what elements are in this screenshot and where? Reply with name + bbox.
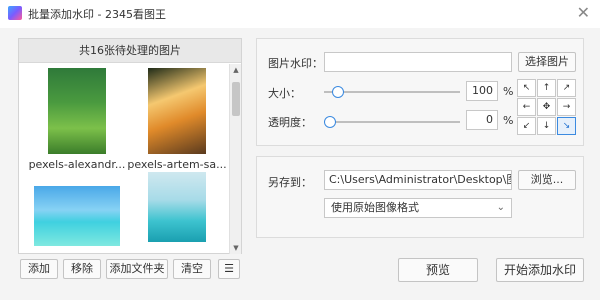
thumbnail-image (148, 172, 206, 242)
thumbnail-image (34, 186, 120, 246)
position-cell-icon[interactable]: ↑ (537, 79, 556, 97)
scrollbar-thumb[interactable] (232, 82, 240, 116)
position-grid: ↖ ↑ ↗ ← ✥ → ↙ ↓ ↘ (517, 79, 577, 137)
position-cell-icon[interactable]: → (557, 98, 576, 116)
select-image-button[interactable]: 选择图片 (518, 52, 576, 72)
close-icon[interactable]: ✕ (577, 3, 590, 23)
output-path-input[interactable]: C:\Users\Administrator\Desktop\图片 (324, 170, 512, 190)
thumbnail-grid: pexels-alexandr... pexels-artem-sa... (19, 64, 229, 254)
scroll-up-icon[interactable]: ▲ (230, 66, 242, 74)
size-unit: % (503, 85, 514, 98)
size-slider-knob[interactable] (331, 86, 344, 98)
save-to-label: 另存到： (268, 176, 312, 189)
position-cell-icon[interactable]: ↖ (517, 79, 536, 97)
thumbnail-item[interactable]: pexels-alexandr... (27, 68, 127, 171)
add-button[interactable]: 添加 (20, 259, 58, 279)
format-select-value: 使用原始图像格式 (331, 201, 419, 214)
position-cell-icon[interactable]: ↓ (537, 117, 556, 135)
position-cell-icon[interactable]: ← (517, 98, 536, 116)
file-list-panel: 共16张待处理的图片 pexels-alexandr... pexels-art… (18, 38, 242, 254)
watermark-image-input[interactable] (324, 52, 512, 72)
thumbnail-image (48, 68, 106, 154)
opacity-slider-track[interactable] (324, 121, 460, 123)
opacity-label: 透明度： (268, 116, 312, 129)
file-list-scrollbar[interactable]: ▲ ▼ (229, 64, 241, 254)
opacity-value-input[interactable]: 0 (466, 110, 498, 130)
opacity-unit: % (503, 114, 514, 127)
add-folder-button[interactable]: 添加文件夹 (106, 259, 168, 279)
window-title: 批量添加水印 - 2345看图王 (28, 8, 166, 21)
thumbnail-image (148, 68, 206, 154)
thumbnail-label: pexels-alexandr... (28, 158, 126, 171)
thumbnail-item[interactable] (127, 172, 227, 242)
image-watermark-label: 图片水印： (268, 57, 323, 70)
chevron-down-icon: ⌄ (496, 202, 505, 213)
size-label: 大小： (268, 87, 301, 100)
thumbnail-label: pexels-artem-sa... (127, 158, 227, 171)
browse-button[interactable]: 浏览... (518, 170, 576, 190)
output-settings-panel (256, 156, 584, 238)
app-logo-icon (8, 6, 22, 20)
preview-button[interactable]: 预览 (398, 258, 478, 282)
thumbnail-item[interactable]: pexels-artem-sa... (127, 68, 227, 171)
size-value-input[interactable]: 100 (466, 81, 498, 101)
thumbnail-item[interactable] (27, 176, 127, 246)
format-select[interactable]: 使用原始图像格式 ⌄ (324, 198, 512, 218)
position-cell-icon[interactable]: ↙ (517, 117, 536, 135)
remove-button[interactable]: 移除 (63, 259, 101, 279)
position-cell-icon[interactable]: ✥ (537, 98, 556, 116)
file-count-header: 共16张待处理的图片 (19, 39, 241, 63)
position-cell-icon[interactable]: ↗ (557, 79, 576, 97)
title-bar: 批量添加水印 - 2345看图王 ✕ (0, 0, 600, 28)
start-watermark-button[interactable]: 开始添加水印 (496, 258, 584, 282)
clear-button[interactable]: 清空 (173, 259, 211, 279)
list-view-icon[interactable]: ☰ (218, 259, 240, 279)
scroll-down-icon[interactable]: ▼ (230, 244, 242, 252)
position-cell-icon[interactable]: ↘ (557, 117, 576, 135)
opacity-slider-knob[interactable] (324, 116, 336, 128)
size-slider-track[interactable] (324, 91, 460, 93)
